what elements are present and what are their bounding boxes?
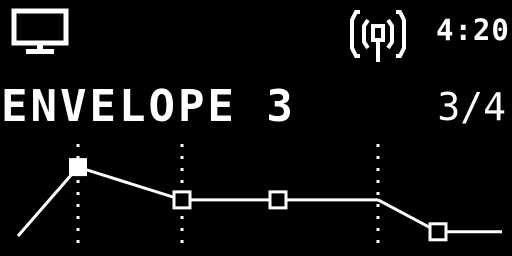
title-row: ENVELOPE 3 3/4	[0, 82, 512, 132]
envelope-handle[interactable]	[428, 222, 448, 242]
status-bar: 4:20	[0, 0, 512, 64]
envelope-graph[interactable]	[0, 136, 512, 256]
screen: 4:20 ENVELOPE 3 3/4	[0, 0, 512, 256]
page-indicator: 3/4	[437, 85, 506, 129]
envelope-handle[interactable]	[268, 190, 288, 210]
monitor-icon	[11, 8, 69, 54]
envelope-segment	[16, 166, 80, 237]
radio-signal-icon	[350, 10, 406, 62]
envelope-handle[interactable]	[172, 190, 192, 210]
page-title: ENVELOPE 3	[1, 81, 296, 132]
envelope-segment	[77, 165, 183, 202]
clock: 4:20	[436, 13, 510, 47]
envelope-handle-selected[interactable]	[69, 158, 87, 177]
